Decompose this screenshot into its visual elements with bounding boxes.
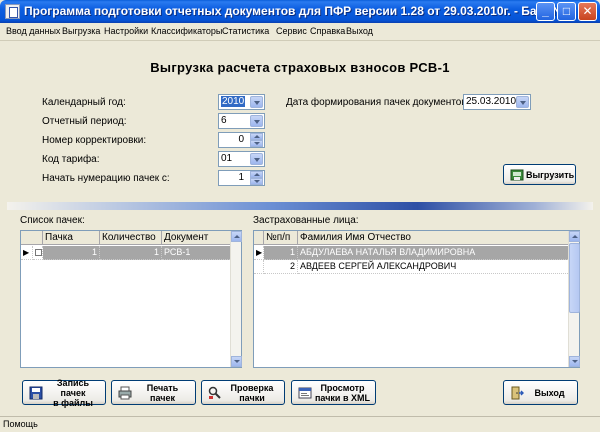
insured-table[interactable]: №п/п Фамилия Имя Отчество ▶ 1 АБДУЛАЕВА …: [253, 230, 580, 368]
exit-label: Выход: [534, 387, 565, 398]
packs-col-marker: [21, 231, 43, 245]
period-value: 6: [221, 115, 227, 126]
scroll-up-icon[interactable]: [231, 231, 242, 242]
numbering-value: 1: [238, 172, 244, 183]
print-packs-label: Печать пачек: [146, 382, 179, 403]
print-packs-button[interactable]: Печать пачек: [111, 380, 196, 405]
period-label: Отчетный период:: [42, 116, 127, 127]
packs-col-doc[interactable]: Документ: [162, 231, 232, 245]
insured-col-name[interactable]: Фамилия Имя Отчество: [298, 231, 570, 245]
menu-service[interactable]: Сервис: [276, 26, 307, 36]
insured-col-marker: [254, 231, 264, 245]
pack-number: 1: [43, 246, 100, 260]
row-marker-icon: [254, 260, 264, 274]
exit-button[interactable]: Выход: [503, 380, 578, 405]
view-xml-label-1: Просмотр: [320, 382, 365, 393]
maximize-button[interactable]: □: [557, 2, 576, 21]
minimize-button[interactable]: _: [536, 2, 555, 21]
pack-document: РСВ-1: [162, 246, 232, 260]
chevron-down-icon[interactable]: [250, 115, 263, 127]
chevron-down-icon[interactable]: [250, 153, 263, 165]
printer-icon: [118, 386, 132, 400]
scroll-down-icon[interactable]: [231, 356, 242, 367]
page-title: Выгрузка расчета страховых взносов РСВ-1: [150, 60, 450, 75]
check-pack-label-1: Проверка: [230, 382, 274, 393]
pack-count: 1: [100, 246, 162, 260]
insured-col-num[interactable]: №п/п: [264, 231, 298, 245]
correction-label: Номер корректировки:: [42, 135, 147, 146]
row-checkbox[interactable]: [33, 246, 43, 260]
year-value: 2010: [221, 96, 246, 107]
date-label: Дата формирования пачек документов:: [286, 97, 470, 108]
packs-col-pack[interactable]: Пачка: [43, 231, 100, 245]
insured-num: 2: [264, 260, 298, 274]
write-packs-button[interactable]: Запись пачек в файлы: [22, 377, 106, 408]
export-icon: [510, 168, 524, 182]
insured-name: АБДУЛАЕВА НАТАЛЬЯ ВЛАДИМИРОВНА: [298, 246, 570, 260]
export-button[interactable]: Выгрузить: [503, 164, 576, 185]
tariff-select[interactable]: 01: [218, 151, 265, 167]
check-pack-label-2: пачки: [239, 392, 265, 403]
menu-bar: Ввод данных Выгрузка Настройки Классифик…: [0, 23, 600, 41]
divider: [7, 202, 593, 210]
menu-classifiers[interactable]: Классификаторы: [151, 26, 222, 36]
spin-buttons[interactable]: [250, 133, 263, 147]
scroll-up-icon[interactable]: [569, 231, 580, 242]
date-picker[interactable]: 25.03.2010: [463, 94, 531, 110]
check-icon: [208, 386, 222, 400]
menu-export[interactable]: Выгрузка: [62, 26, 100, 36]
status-text: Помощь: [3, 419, 38, 429]
date-value: 25.03.2010: [466, 96, 517, 107]
check-pack-button[interactable]: Проверка пачки: [201, 380, 285, 405]
insured-name: АВДЕЕВ СЕРГЕЙ АЛЕКСАНДРОВИЧ: [298, 260, 570, 274]
menu-statistics[interactable]: Статистика: [222, 26, 269, 36]
spin-down-icon[interactable]: [250, 140, 263, 147]
chevron-down-icon[interactable]: [516, 96, 529, 108]
packs-table[interactable]: Пачка Количество Документ ▶ 1 1 РСВ-1: [20, 230, 242, 368]
period-select[interactable]: 6: [218, 113, 265, 129]
app-icon: [5, 4, 20, 19]
insured-label: Застрахованные лица:: [253, 215, 359, 226]
packs-label: Список пачек:: [20, 215, 85, 226]
numbering-stepper[interactable]: 1: [218, 170, 265, 186]
spin-up-icon[interactable]: [250, 171, 263, 178]
year-label: Календарный год:: [42, 97, 126, 108]
spin-down-icon[interactable]: [250, 178, 263, 185]
correction-stepper[interactable]: 0: [218, 132, 265, 148]
title-bar: Программа подготовки отчетных документов…: [0, 0, 600, 23]
numbering-label: Начать нумерацию пачек с:: [42, 173, 170, 184]
packs-scrollbar[interactable]: [230, 231, 242, 367]
menu-data-entry[interactable]: Ввод данных: [6, 26, 60, 36]
save-icon: [29, 386, 43, 400]
write-packs-label-1: Запись пачек: [56, 377, 90, 398]
insured-scrollbar[interactable]: [568, 231, 580, 367]
status-bar: Помощь: [0, 416, 600, 432]
view-xml-button[interactable]: Просмотр пачки в XML: [291, 380, 376, 405]
menu-help[interactable]: Справка: [310, 26, 345, 36]
tariff-value: 01: [221, 153, 233, 164]
row-marker-icon: ▶: [254, 246, 264, 260]
xml-view-icon: [298, 386, 312, 400]
row-marker-icon: ▶: [21, 246, 33, 260]
year-select[interactable]: 2010: [218, 94, 265, 110]
exit-door-icon: [510, 386, 524, 400]
spin-up-icon[interactable]: [250, 133, 263, 140]
tariff-label: Код тарифа:: [42, 154, 100, 165]
scroll-thumb[interactable]: [569, 243, 580, 313]
chevron-down-icon[interactable]: [250, 96, 263, 108]
insured-num: 1: [264, 246, 298, 260]
window-title: Программа подготовки отчетных документов…: [24, 4, 573, 18]
menu-settings[interactable]: Настройки: [104, 26, 148, 36]
spin-buttons[interactable]: [250, 171, 263, 185]
scroll-down-icon[interactable]: [569, 356, 580, 367]
menu-exit[interactable]: Выход: [346, 26, 373, 36]
main-panel: Выгрузка расчета страховых взносов РСВ-1…: [3, 42, 597, 416]
correction-value: 0: [238, 134, 244, 145]
export-label: Выгрузить: [526, 169, 575, 180]
packs-col-count[interactable]: Количество: [100, 231, 162, 245]
close-button[interactable]: ✕: [578, 2, 597, 21]
write-packs-label-2: в файлы: [53, 397, 93, 408]
view-xml-label-2: пачки в XML: [314, 392, 370, 403]
